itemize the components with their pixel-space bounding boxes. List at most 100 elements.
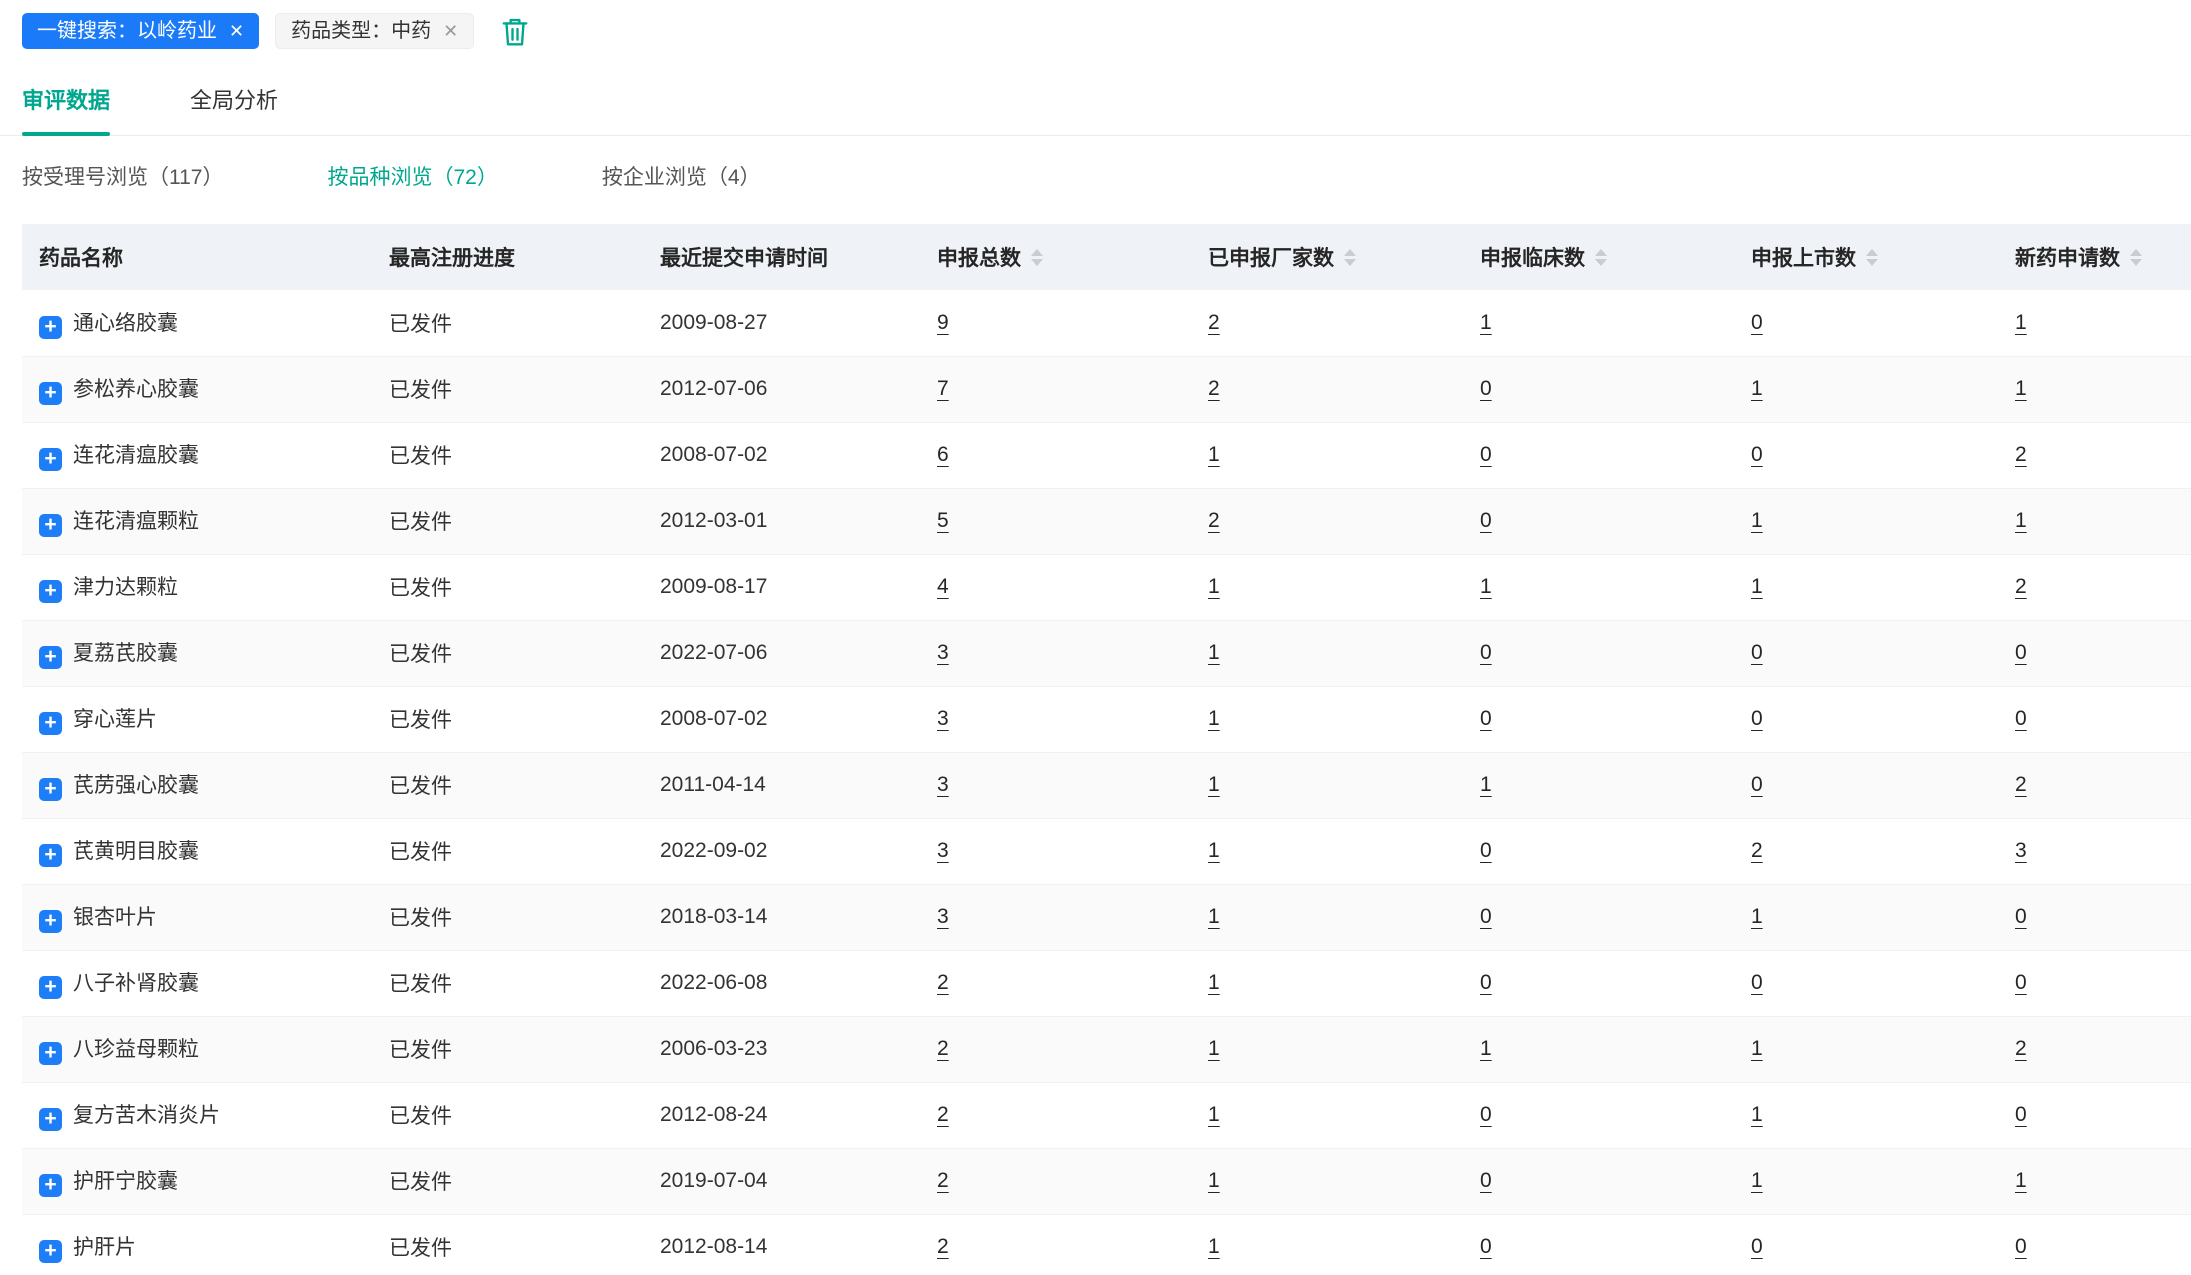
drug-name[interactable]: 护肝宁胶囊 bbox=[73, 1170, 178, 1193]
count-link[interactable]: 2 bbox=[2015, 1037, 2027, 1060]
count-link[interactable]: 0 bbox=[2015, 707, 2027, 730]
count-link[interactable]: 0 bbox=[1751, 971, 1763, 994]
count-link[interactable]: 0 bbox=[1751, 1235, 1763, 1258]
drug-name[interactable]: 连花清瘟颗粒 bbox=[73, 510, 199, 533]
count-link[interactable]: 1 bbox=[1751, 1103, 1763, 1126]
count-link[interactable]: 2 bbox=[2015, 575, 2027, 598]
count-link[interactable]: 3 bbox=[937, 707, 949, 730]
expand-plus-icon[interactable]: + bbox=[39, 646, 62, 669]
count-link[interactable]: 0 bbox=[2015, 971, 2027, 994]
count-link[interactable]: 2 bbox=[937, 1235, 949, 1258]
count-link[interactable]: 1 bbox=[1751, 575, 1763, 598]
count-link[interactable]: 2 bbox=[937, 971, 949, 994]
count-link[interactable]: 1 bbox=[2015, 509, 2027, 532]
sort-icon[interactable] bbox=[2130, 248, 2142, 266]
expand-plus-icon[interactable]: + bbox=[39, 976, 62, 999]
expand-plus-icon[interactable]: + bbox=[39, 580, 62, 603]
column-header-7[interactable]: 申报上市数 bbox=[1734, 224, 1998, 290]
drug-name[interactable]: 护肝片 bbox=[73, 1236, 136, 1259]
count-link[interactable]: 2 bbox=[1751, 839, 1763, 862]
count-link[interactable]: 1 bbox=[1208, 839, 1220, 862]
count-link[interactable]: 1 bbox=[1208, 707, 1220, 730]
count-link[interactable]: 0 bbox=[2015, 1103, 2027, 1126]
expand-plus-icon[interactable]: + bbox=[39, 315, 62, 339]
count-link[interactable]: 1 bbox=[1751, 1169, 1763, 1192]
count-link[interactable]: 0 bbox=[1480, 641, 1492, 664]
drug-name[interactable]: 连花清瘟胶囊 bbox=[73, 444, 199, 467]
expand-plus-icon[interactable]: + bbox=[39, 844, 62, 867]
count-link[interactable]: 1 bbox=[1208, 1103, 1220, 1126]
subtab-by-company[interactable]: 按企业浏览（4） bbox=[602, 161, 761, 191]
count-link[interactable]: 3 bbox=[937, 839, 949, 862]
close-icon[interactable]: ✕ bbox=[229, 22, 244, 40]
expand-plus-icon[interactable]: + bbox=[39, 382, 62, 405]
drug-name[interactable]: 夏荔芪胶囊 bbox=[73, 642, 178, 665]
count-link[interactable]: 2 bbox=[2015, 443, 2027, 466]
count-link[interactable]: 0 bbox=[1751, 443, 1763, 466]
drug-name[interactable]: 八珍益母颗粒 bbox=[73, 1038, 199, 1061]
drug-name[interactable]: 津力达颗粒 bbox=[73, 576, 178, 599]
expand-plus-icon[interactable]: + bbox=[39, 778, 62, 801]
count-link[interactable]: 1 bbox=[1208, 575, 1220, 598]
count-link[interactable]: 1 bbox=[1480, 1037, 1492, 1060]
count-link[interactable]: 1 bbox=[1208, 971, 1220, 994]
expand-plus-icon[interactable]: + bbox=[39, 448, 62, 471]
count-link[interactable]: 2 bbox=[937, 1103, 949, 1126]
expand-plus-icon[interactable]: + bbox=[39, 1108, 62, 1131]
count-link[interactable]: 1 bbox=[2015, 1169, 2027, 1192]
count-link[interactable]: 3 bbox=[937, 641, 949, 664]
count-link[interactable]: 7 bbox=[937, 377, 949, 400]
close-icon[interactable]: ✕ bbox=[443, 22, 458, 40]
clear-filters-trash-icon[interactable] bbox=[500, 15, 530, 48]
count-link[interactable]: 2 bbox=[1208, 509, 1220, 532]
count-link[interactable]: 1 bbox=[1480, 773, 1492, 796]
count-link[interactable]: 1 bbox=[1208, 443, 1220, 466]
drug-name[interactable]: 参松养心胶囊 bbox=[73, 378, 199, 401]
count-link[interactable]: 1 bbox=[1480, 311, 1492, 334]
count-link[interactable]: 1 bbox=[1751, 377, 1763, 400]
count-link[interactable]: 1 bbox=[1208, 773, 1220, 796]
subtab-by-acceptance-number[interactable]: 按受理号浏览（117） bbox=[22, 161, 223, 191]
count-link[interactable]: 1 bbox=[1208, 641, 1220, 664]
count-link[interactable]: 2 bbox=[937, 1037, 949, 1060]
count-link[interactable]: 0 bbox=[1480, 707, 1492, 730]
count-link[interactable]: 0 bbox=[1480, 1169, 1492, 1192]
count-link[interactable]: 2 bbox=[937, 1169, 949, 1192]
count-link[interactable]: 3 bbox=[937, 773, 949, 796]
drug-name[interactable]: 八子补肾胶囊 bbox=[73, 972, 199, 995]
sort-icon[interactable] bbox=[1866, 248, 1878, 266]
count-link[interactable]: 0 bbox=[2015, 641, 2027, 664]
count-link[interactable]: 0 bbox=[1480, 839, 1492, 862]
drug-name[interactable]: 通心络胶囊 bbox=[73, 312, 178, 335]
subtab-by-variety[interactable]: 按品种浏览（72） bbox=[327, 161, 497, 191]
count-link[interactable]: 2 bbox=[2015, 773, 2027, 796]
drug-type-filter-tag[interactable]: 药品类型：中药 ✕ bbox=[275, 13, 475, 49]
column-header-6[interactable]: 申报临床数 bbox=[1463, 224, 1734, 290]
count-link[interactable]: 0 bbox=[1751, 773, 1763, 796]
drug-name[interactable]: 穿心莲片 bbox=[73, 708, 157, 731]
sort-icon[interactable] bbox=[1595, 248, 1607, 266]
count-link[interactable]: 0 bbox=[1751, 641, 1763, 664]
count-link[interactable]: 1 bbox=[1480, 575, 1492, 598]
count-link[interactable]: 0 bbox=[1480, 1235, 1492, 1258]
count-link[interactable]: 0 bbox=[1480, 905, 1492, 928]
column-header-4[interactable]: 申报总数 bbox=[920, 224, 1191, 290]
count-link[interactable]: 0 bbox=[1480, 377, 1492, 400]
count-link[interactable]: 1 bbox=[1751, 1037, 1763, 1060]
count-link[interactable]: 0 bbox=[1480, 443, 1492, 466]
count-link[interactable]: 6 bbox=[937, 443, 949, 466]
count-link[interactable]: 1 bbox=[1751, 905, 1763, 928]
sort-icon[interactable] bbox=[1031, 248, 1043, 266]
count-link[interactable]: 3 bbox=[2015, 839, 2027, 862]
expand-plus-icon[interactable]: + bbox=[39, 514, 62, 537]
drug-name[interactable]: 芪苈强心胶囊 bbox=[73, 774, 199, 797]
drug-name[interactable]: 复方苦木消炎片 bbox=[73, 1104, 220, 1127]
column-header-5[interactable]: 已申报厂家数 bbox=[1191, 224, 1463, 290]
expand-plus-icon[interactable]: + bbox=[39, 712, 62, 735]
sort-icon[interactable] bbox=[1344, 248, 1356, 266]
count-link[interactable]: 3 bbox=[937, 905, 949, 928]
tab-global-analysis[interactable]: 全局分析 bbox=[190, 83, 278, 135]
count-link[interactable]: 1 bbox=[1751, 509, 1763, 532]
count-link[interactable]: 1 bbox=[2015, 311, 2027, 334]
count-link[interactable]: 1 bbox=[1208, 905, 1220, 928]
